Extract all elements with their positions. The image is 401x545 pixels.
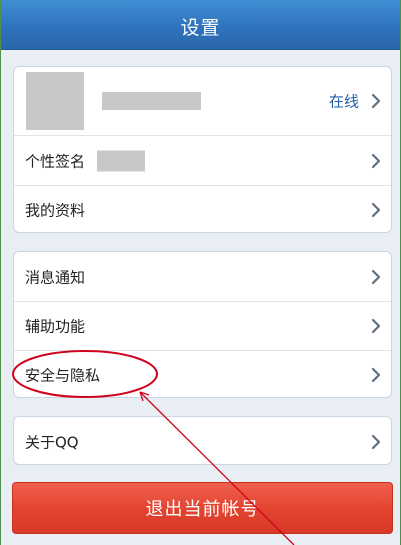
settings-item-security-privacy[interactable]: 安全与隐私 bbox=[14, 350, 391, 397]
logout-button-label: 退出当前帐号 bbox=[145, 499, 260, 520]
settings-item-my-profile[interactable]: 我的资料 bbox=[14, 185, 391, 232]
chevron-right-icon bbox=[371, 367, 381, 383]
online-status[interactable]: 在线 bbox=[329, 91, 359, 112]
profile-row[interactable]: 在线 bbox=[14, 67, 391, 135]
chevron-right-icon bbox=[371, 318, 381, 334]
account-group: 在线 个性签名 我的资料 bbox=[13, 66, 392, 233]
settings-item-label: 辅助功能 bbox=[25, 317, 86, 336]
settings-item-signature[interactable]: 个性签名 bbox=[14, 135, 391, 185]
logout-button[interactable]: 退出当前帐号 bbox=[12, 482, 393, 534]
settings-item-accessibility[interactable]: 辅助功能 bbox=[14, 301, 391, 350]
chevron-right-icon bbox=[371, 93, 381, 109]
settings-item-label: 安全与隐私 bbox=[25, 366, 101, 385]
settings-item-label: 消息通知 bbox=[25, 268, 86, 286]
settings-item-notifications[interactable]: 消息通知 bbox=[14, 252, 391, 301]
nickname-redacted bbox=[102, 92, 201, 110]
page-title: 设置 bbox=[180, 17, 221, 39]
settings-item-label: 个性签名 bbox=[25, 152, 86, 170]
settings-item-label: 关于QQ bbox=[25, 433, 79, 451]
avatar[interactable] bbox=[26, 72, 84, 130]
about-group: 关于QQ bbox=[13, 416, 392, 465]
settings-item-label: 我的资料 bbox=[25, 201, 86, 220]
settings-item-about[interactable]: 关于QQ bbox=[14, 417, 391, 464]
chevron-right-icon bbox=[371, 269, 381, 285]
title-bar: 设置 bbox=[0, 0, 401, 50]
chevron-right-icon bbox=[371, 434, 381, 450]
chevron-right-icon bbox=[371, 153, 381, 169]
signature-redacted bbox=[97, 150, 145, 171]
settings-group: 消息通知 辅助功能 安全与隐私 bbox=[13, 251, 392, 398]
chevron-right-icon bbox=[371, 202, 381, 218]
